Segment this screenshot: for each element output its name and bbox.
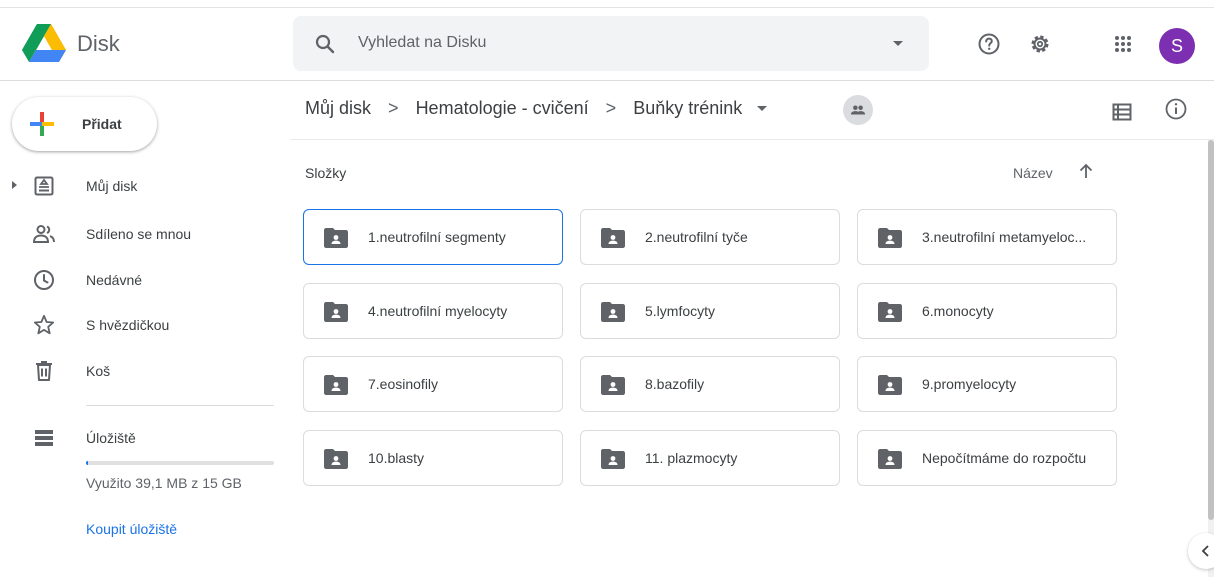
shared-folder-icon [324, 375, 348, 395]
folder-name: 7.eosinofily [368, 376, 439, 392]
shared-folder-icon [601, 375, 625, 395]
breadcrumb-item[interactable]: Můj disk [305, 98, 371, 119]
storage-usage-fill [86, 461, 88, 465]
help-icon[interactable] [977, 32, 1001, 56]
plus-icon [30, 112, 54, 136]
buy-storage-link[interactable]: Koupit úložiště [86, 521, 177, 537]
folder-item[interactable]: 7.eosinofily [303, 356, 563, 412]
search-icon[interactable] [313, 32, 337, 56]
folder-item[interactable]: 3.neutrofilní metamyeloc... [857, 209, 1117, 265]
chevron-left-icon [1201, 545, 1209, 557]
folder-name: 11. plazmocyty [645, 450, 738, 466]
shared-folder-icon [878, 302, 902, 322]
folder-name: 9.promyelocyty [922, 376, 1017, 392]
app-name[interactable]: Disk [77, 31, 120, 57]
folder-item[interactable]: 9.promyelocyty [857, 356, 1117, 412]
list-view-icon[interactable] [1110, 100, 1134, 124]
sidebar-item-shared[interactable]: Sdíleno se mnou [0, 215, 290, 253]
shared-folder-icon [601, 449, 625, 469]
shared-folder-badge[interactable] [843, 95, 873, 125]
folder-name: 8.bazofily [645, 376, 705, 392]
folder-name: 4.neutrofilní myelocyty [368, 303, 508, 319]
sidebar-divider [86, 405, 274, 406]
shared-folder-icon [324, 449, 348, 469]
info-icon[interactable] [1164, 97, 1188, 121]
content-divider [290, 139, 1214, 140]
sidebar-item-recent[interactable]: Nedávné [0, 261, 290, 299]
sidebar-item-label: S hvězdičkou [86, 317, 170, 333]
drive-logo[interactable] [22, 24, 66, 64]
arrow-up-icon[interactable] [1077, 162, 1095, 180]
sidebar-item-starred[interactable]: S hvězdičkou [0, 306, 290, 344]
sidebar-item-label: Koš [86, 363, 111, 379]
sidebar-item-my-drive[interactable]: Můj disk [0, 167, 290, 205]
storage-usage-bar [86, 461, 274, 465]
sidebar-item-storage[interactable]: Úložiště [0, 419, 290, 457]
search-options-icon[interactable] [893, 41, 903, 46]
storage-icon [35, 430, 53, 446]
chevron-down-icon[interactable] [757, 105, 768, 111]
shared-folder-icon [324, 228, 348, 248]
folder-name: 10.blasty [368, 450, 425, 466]
section-title-folders: Složky [305, 165, 347, 181]
folder-name: 1.neutrofilní segmenty [368, 229, 506, 245]
breadcrumb-separator: > [605, 97, 617, 118]
sidebar-item-label: Sdíleno se mnou [86, 226, 192, 242]
sidebar-item-label: Můj disk [86, 178, 138, 194]
folder-name: 5.lymfocyty [645, 303, 716, 319]
new-button-label: Přidat [82, 116, 122, 132]
storage-usage-text: Využito 39,1 MB z 15 GB [86, 475, 242, 491]
sort-by-name-button[interactable]: Název [1013, 165, 1053, 181]
folder-name: 6.monocyty [922, 303, 994, 319]
trash-icon [36, 361, 52, 381]
settings-icon[interactable] [1028, 32, 1052, 56]
folder-item[interactable]: 2.neutrofilní tyče [580, 209, 840, 265]
folder-item[interactable]: 4.neutrofilní myelocyty [303, 283, 563, 339]
shared-icon [32, 225, 55, 243]
people-icon [850, 105, 866, 115]
folder-item[interactable]: 8.bazofily [580, 356, 840, 412]
shared-folder-icon [601, 228, 625, 248]
sidebar-item-label: Úložiště [86, 430, 136, 446]
sidebar-item-label: Nedávné [86, 272, 143, 288]
search-bar[interactable]: Vyhledat na Disku [293, 16, 929, 71]
breadcrumb: Můj disk > Hematologie - cvičení > Buňky… [305, 97, 775, 125]
breadcrumb-separator: > [388, 97, 399, 118]
side-panel-toggle[interactable] [1188, 533, 1214, 569]
sidebar-item-trash[interactable]: Koš [0, 352, 290, 390]
expand-arrow-icon[interactable] [12, 181, 17, 189]
shared-folder-icon [878, 228, 902, 248]
folder-item[interactable]: 6.monocyty [857, 283, 1117, 339]
shared-folder-icon [878, 449, 902, 469]
folder-item[interactable]: Nepočítmáme do rozpočtu [857, 430, 1117, 486]
search-input[interactable]: Vyhledat na Disku [358, 34, 486, 52]
star-icon [33, 314, 55, 335]
folder-item[interactable]: 5.lymfocyty [580, 283, 840, 339]
breadcrumb-current[interactable]: Buňky trénink [633, 98, 742, 119]
folder-name: 2.neutrofilní tyče [645, 229, 748, 245]
folder-item[interactable]: 10.blasty [303, 430, 563, 486]
avatar[interactable]: S [1159, 28, 1195, 64]
shared-folder-icon [601, 302, 625, 322]
new-button[interactable]: Přidat [12, 97, 157, 151]
shared-folder-icon [324, 302, 348, 322]
breadcrumb-item[interactable]: Hematologie - cvičení [416, 98, 589, 119]
shared-folder-icon [878, 375, 902, 395]
folder-item[interactable]: 1.neutrofilní segmenty [303, 209, 563, 265]
folder-name: 3.neutrofilní metamyeloc... [922, 229, 1087, 245]
folder-item[interactable]: 11. plazmocyty [580, 430, 840, 486]
folder-name: Nepočítmáme do rozpočtu [922, 450, 1087, 466]
clock-icon [34, 270, 54, 290]
scrollbar-thumb[interactable] [1208, 140, 1214, 520]
app-header: Disk Vyhledat na Disku S [0, 8, 1214, 81]
apps-grid-icon[interactable] [1111, 32, 1135, 56]
my-drive-icon [34, 176, 54, 196]
